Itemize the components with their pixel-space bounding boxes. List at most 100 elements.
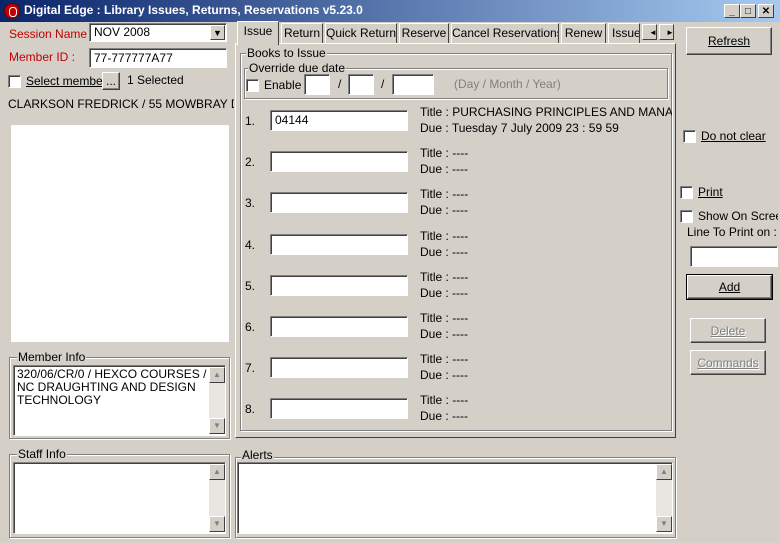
book-row-number: 2. xyxy=(245,155,256,169)
member-info-text: 320/06/CR/0 / HEXCO COURSES / NC DRAUGHT… xyxy=(17,367,207,407)
book-title-value: PURCHASING PRINCIPLES AND MANAGEMENT xyxy=(452,105,672,119)
book-code-input[interactable] xyxy=(270,316,408,337)
scroll-up-icon[interactable]: ▲ xyxy=(656,464,672,480)
staff-info-scrollbar[interactable]: ▲ ▼ xyxy=(209,464,225,532)
delete-button[interactable]: Delete xyxy=(690,318,766,343)
book-code-input[interactable] xyxy=(270,275,408,296)
due-prefix: Due : xyxy=(420,121,449,135)
book-title: Title : ---- xyxy=(420,187,672,201)
tab-issue-history[interactable]: Issue H xyxy=(608,23,640,43)
book-title: Title : ---- xyxy=(420,270,672,284)
book-code-input[interactable] xyxy=(270,357,408,378)
override-enable-checkbox[interactable] xyxy=(246,79,259,92)
due-prefix: Due : xyxy=(420,368,449,382)
book-row-number: 7. xyxy=(245,361,256,375)
member-id-input[interactable]: 77-777777A77 xyxy=(89,48,227,68)
member-info-scrollbar[interactable]: ▲ ▼ xyxy=(209,367,225,434)
line-to-print-input[interactable] xyxy=(690,246,778,267)
book-code-input[interactable] xyxy=(270,192,408,213)
title-prefix: Title : xyxy=(420,105,449,119)
alerts-scrollbar[interactable]: ▲ ▼ xyxy=(656,464,672,532)
book-due-value: Tuesday 7 July 2009 23 : 59 59 xyxy=(451,121,619,135)
book-title: Title : ---- xyxy=(420,311,672,325)
tab-return[interactable]: Return xyxy=(281,23,323,43)
book-due: Due : ---- xyxy=(420,327,672,341)
book-due-value: ---- xyxy=(452,368,469,382)
book-due: Due : ---- xyxy=(420,368,672,382)
title-prefix: Title : xyxy=(420,229,449,243)
book-title-value: ---- xyxy=(452,393,469,407)
book-title: Title : ---- xyxy=(420,352,672,366)
book-title-value: ---- xyxy=(452,311,469,325)
tab-quick-return[interactable]: Quick Return xyxy=(325,23,397,43)
override-due-date-label: Override due date xyxy=(248,61,347,75)
date-separator: / xyxy=(381,77,385,91)
override-day-input[interactable] xyxy=(304,74,330,95)
date-separator: / xyxy=(338,77,342,91)
book-code-input[interactable] xyxy=(270,151,408,172)
tab-renew[interactable]: Renew xyxy=(561,23,606,43)
book-row-number: 4. xyxy=(245,238,256,252)
tab-reserve[interactable]: Reserve xyxy=(399,23,449,43)
show-on-screen-label: Show On Screen xyxy=(698,209,778,223)
scroll-down-icon[interactable]: ▼ xyxy=(209,516,225,532)
member-info-textbox[interactable]: 320/06/CR/0 / HEXCO COURSES / NC DRAUGHT… xyxy=(13,365,226,436)
member-photo-area xyxy=(11,125,229,342)
close-button[interactable]: ✕ xyxy=(758,4,774,18)
scroll-down-icon[interactable]: ▼ xyxy=(209,418,225,434)
tab-scroll-right-icon[interactable]: ► xyxy=(659,24,674,40)
do-not-clear-checkbox[interactable] xyxy=(683,130,696,143)
title-prefix: Title : xyxy=(420,187,449,201)
minimize-button[interactable]: _ xyxy=(724,4,740,18)
book-due-value: ---- xyxy=(452,245,469,259)
staff-info-textbox[interactable]: ▲ ▼ xyxy=(13,462,226,534)
book-due: Due : ---- xyxy=(420,162,672,176)
alerts-textbox[interactable]: ▲ ▼ xyxy=(237,462,673,534)
print-checkbox[interactable] xyxy=(680,186,693,199)
due-prefix: Due : xyxy=(420,162,449,176)
scroll-up-icon[interactable]: ▲ xyxy=(209,367,225,383)
commands-button[interactable]: Commands xyxy=(690,350,766,375)
override-month-input[interactable] xyxy=(348,74,374,95)
scroll-down-icon[interactable]: ▼ xyxy=(656,516,672,532)
scroll-up-icon[interactable]: ▲ xyxy=(209,464,225,480)
title-prefix: Title : xyxy=(420,270,449,284)
tab-issue[interactable]: Issue xyxy=(237,21,279,45)
selected-count: 1 Selected xyxy=(127,73,184,87)
select-member-checkbox[interactable] xyxy=(8,75,21,88)
book-row-number: 3. xyxy=(245,196,256,210)
show-on-screen-checkbox[interactable] xyxy=(680,210,693,223)
book-due-value: ---- xyxy=(452,327,469,341)
book-title-value: ---- xyxy=(452,229,469,243)
book-due-value: ---- xyxy=(452,409,469,423)
refresh-button[interactable]: Refresh xyxy=(686,27,772,55)
session-name-dropdown[interactable]: NOV 2008 ▼ xyxy=(89,23,227,42)
override-year-input[interactable] xyxy=(392,74,434,95)
book-due-value: ---- xyxy=(452,203,469,217)
tab-scroll-left-icon[interactable]: ◄ xyxy=(642,24,657,40)
book-due: Due : ---- xyxy=(420,409,672,423)
session-name-value: NOV 2008 xyxy=(94,25,151,39)
book-code-input[interactable]: 04144 xyxy=(270,110,408,131)
book-title-value: ---- xyxy=(452,146,469,160)
title-prefix: Title : xyxy=(420,146,449,160)
book-code-input[interactable] xyxy=(270,234,408,255)
book-title-value: ---- xyxy=(452,270,469,284)
do-not-clear-label: Do not clear xyxy=(701,129,766,143)
due-prefix: Due : xyxy=(420,203,449,217)
tab-cancel-reservations[interactable]: Cancel Reservations xyxy=(451,23,559,43)
books-to-issue-label: Books to Issue xyxy=(246,46,327,60)
dropdown-arrow-icon[interactable]: ▼ xyxy=(210,25,225,40)
line-to-print-label: Line To Print on : xyxy=(687,225,777,239)
app-logo-icon xyxy=(4,3,20,19)
book-title: Title : ---- xyxy=(420,393,672,407)
member-info-label: Member Info xyxy=(17,350,87,364)
title-bar[interactable]: Digital Edge : Library Issues, Returns, … xyxy=(0,0,780,22)
browse-member-button[interactable]: ... xyxy=(102,72,120,90)
add-button[interactable]: Add xyxy=(686,274,773,300)
book-due-value: ---- xyxy=(452,162,469,176)
session-name-label: Session Name : xyxy=(9,27,94,41)
maximize-button[interactable]: □ xyxy=(740,4,756,18)
book-code-input[interactable] xyxy=(270,398,408,419)
book-title-value: ---- xyxy=(452,352,469,366)
